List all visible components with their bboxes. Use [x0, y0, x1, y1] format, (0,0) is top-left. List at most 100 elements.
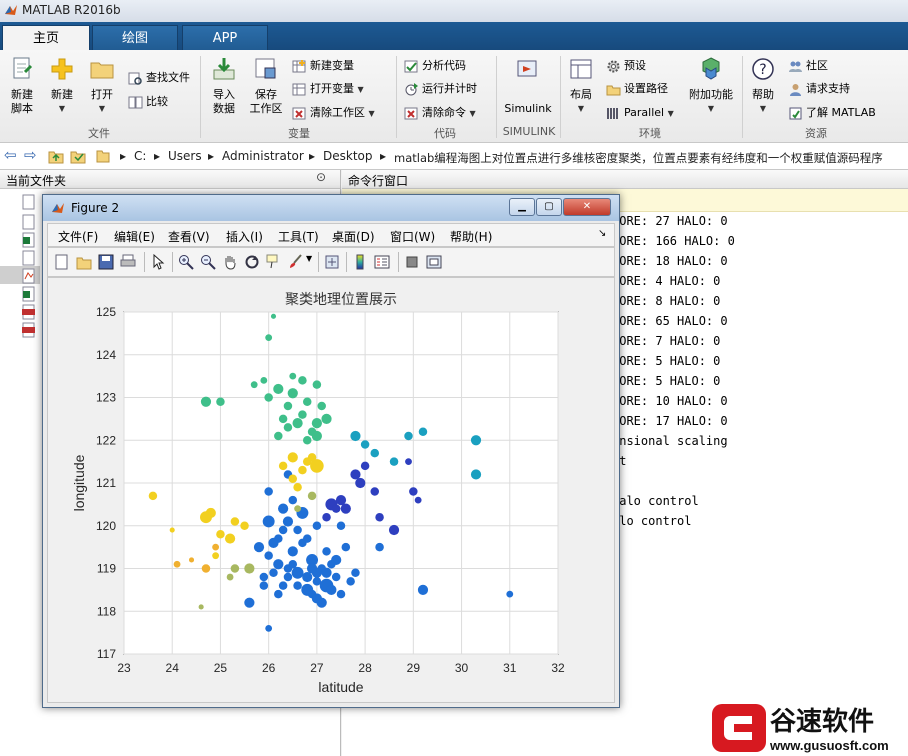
ribbon-separator	[496, 56, 497, 138]
import-data-button[interactable]: 导入 数据	[206, 56, 242, 116]
scatter-point	[331, 572, 341, 582]
parallel-button[interactable]: Parallel ▼	[606, 103, 674, 123]
preferences-button[interactable]: 预设	[606, 56, 646, 76]
maximize-icon[interactable]: ▢	[536, 198, 562, 216]
file-icon[interactable]	[22, 214, 36, 230]
set-path-button[interactable]: 设置路径	[606, 79, 668, 99]
open-file-icon[interactable]	[76, 254, 92, 270]
breadcrumb-item[interactable]: Administrator	[222, 149, 304, 163]
save-workspace-button[interactable]: 保存 工作区	[246, 56, 286, 116]
menu-window[interactable]: 窗口(W)	[390, 228, 435, 245]
close-icon[interactable]: ✕	[563, 198, 611, 216]
zoom-in-icon[interactable]	[178, 254, 194, 270]
scatter-point	[414, 496, 422, 504]
tab-apps[interactable]: APP	[182, 25, 268, 50]
breadcrumb-item[interactable]: Desktop	[323, 149, 373, 163]
scatter-point	[346, 577, 355, 586]
brush-dropdown-icon[interactable]: ▼	[306, 254, 312, 263]
rotate-icon[interactable]	[244, 254, 260, 270]
new-variable-button[interactable]: 新建变量	[292, 56, 354, 76]
menu-dock-icon[interactable]: ↘	[598, 228, 606, 239]
menu-desktop[interactable]: 桌面(D)	[332, 228, 375, 245]
scatter-point	[417, 584, 429, 595]
new-figure-icon[interactable]	[54, 254, 70, 270]
y-tick-label: 118	[97, 604, 116, 618]
community-button[interactable]: 社区	[788, 56, 828, 76]
print-icon[interactable]	[120, 254, 136, 270]
scatter-point	[216, 397, 225, 407]
menu-tools[interactable]: 工具(T)	[278, 228, 319, 245]
find-files-button[interactable]: 查找文件	[128, 68, 190, 88]
hide-plot-tools-icon[interactable]	[404, 254, 420, 270]
clear-commands-button[interactable]: 清除命令 ▼	[404, 103, 476, 123]
figure-canvas[interactable]: 23 24 25 26 27 28 29 30 31 32 117 118 119 120 121 122 12…	[47, 277, 615, 703]
scatter-point	[350, 469, 361, 480]
png-file-icon[interactable]	[22, 304, 36, 320]
compare-button[interactable]: 比较	[128, 92, 168, 112]
open-button[interactable]: 打开 ▼	[84, 56, 120, 116]
scatter-point	[273, 559, 284, 570]
y-tick-label: 122	[96, 433, 116, 447]
file-icon[interactable]	[22, 194, 36, 210]
scatter-point	[283, 572, 293, 582]
menu-file[interactable]: 文件(F)	[58, 228, 98, 245]
up-folder-icon[interactable]	[48, 148, 64, 164]
brush-icon[interactable]	[288, 254, 304, 270]
back-arrow-icon[interactable]: ⇦	[4, 146, 17, 164]
help-button[interactable]: ? 帮助 ▼	[746, 56, 780, 116]
scatter-point	[264, 551, 273, 560]
simulink-icon	[517, 60, 537, 77]
link-plot-icon[interactable]	[324, 254, 340, 270]
learn-matlab-button[interactable]: 了解 MATLAB	[788, 103, 876, 123]
open-variable-button[interactable]: 打开变量 ▼	[292, 79, 364, 99]
scatter-point	[307, 491, 317, 501]
forward-arrow-icon[interactable]: ⇨	[24, 146, 37, 164]
browse-folder-icon[interactable]	[70, 148, 86, 164]
show-plot-tools-icon[interactable]	[426, 254, 442, 270]
menu-help[interactable]: 帮助(H)	[450, 228, 492, 245]
pointer-icon[interactable]	[150, 254, 166, 270]
zoom-out-icon[interactable]	[200, 254, 216, 270]
png-file-icon[interactable]	[22, 322, 36, 338]
menu-view[interactable]: 查看(V)	[168, 228, 210, 245]
minimize-icon[interactable]: ▁	[509, 198, 535, 216]
scatter-point	[350, 430, 361, 442]
legend-icon[interactable]	[374, 254, 390, 270]
save-icon[interactable]	[98, 254, 114, 270]
menu-insert[interactable]: 插入(I)	[226, 228, 263, 245]
figure-title-bar[interactable]: Figure 2 ▁ ▢ ✕	[43, 195, 619, 221]
breadcrumb-item[interactable]: matlab编程海图上对位置点进行多维核密度聚类，位置点要素有经纬度和一个权重赋…	[394, 150, 906, 166]
figure-window[interactable]: Figure 2 ▁ ▢ ✕ 文件(F) 编辑(E) 查看(V) 插入(I) 工…	[42, 194, 620, 708]
clear-workspace-button[interactable]: 清除工作区 ▼	[292, 103, 375, 123]
panel-menu-icon[interactable]: ⊙	[316, 170, 326, 184]
command-output-line: CORE: 65 HALO: 0	[612, 314, 728, 328]
scatter-chart[interactable]: 23 24 25 26 27 28 29 30 31 32 117 118 119 120 121 122 12…	[48, 278, 614, 702]
new-button[interactable]: 新建 ▼	[44, 56, 80, 116]
breadcrumb-item[interactable]: Users	[168, 149, 202, 163]
excel-file-icon[interactable]	[22, 232, 36, 248]
scatter-point	[317, 401, 326, 411]
colorbar-icon[interactable]	[352, 254, 368, 270]
new-script-button[interactable]: 新建 脚本	[4, 56, 40, 116]
tab-home[interactable]: 主页	[2, 25, 90, 50]
pan-icon[interactable]	[222, 254, 238, 270]
simulink-button[interactable]: Simulink	[502, 56, 554, 116]
file-icon[interactable]	[22, 250, 36, 266]
tab-plots[interactable]: 绘图	[92, 25, 178, 50]
parallel-icon	[607, 107, 618, 119]
excel-file-icon[interactable]	[22, 286, 36, 302]
new-label: 新建	[51, 88, 73, 101]
scatter-point	[273, 383, 284, 395]
request-support-button[interactable]: 请求支持	[788, 79, 850, 99]
layout-button[interactable]: 布局 ▼	[564, 56, 598, 116]
add-ons-button[interactable]: 附加功能 ▼	[686, 56, 736, 116]
analyze-code-button[interactable]: 分析代码	[404, 56, 466, 76]
run-and-time-button[interactable]: 运行并计时	[404, 79, 477, 99]
breadcrumb-item[interactable]: C:	[134, 149, 146, 163]
breadcrumb-separator-icon: ▸	[309, 149, 316, 163]
compare-label: 比较	[146, 95, 168, 108]
plus-icon	[51, 58, 73, 80]
menu-edit[interactable]: 编辑(E)	[114, 228, 155, 245]
data-cursor-icon[interactable]	[266, 254, 282, 270]
figure-file-icon[interactable]	[22, 268, 36, 284]
